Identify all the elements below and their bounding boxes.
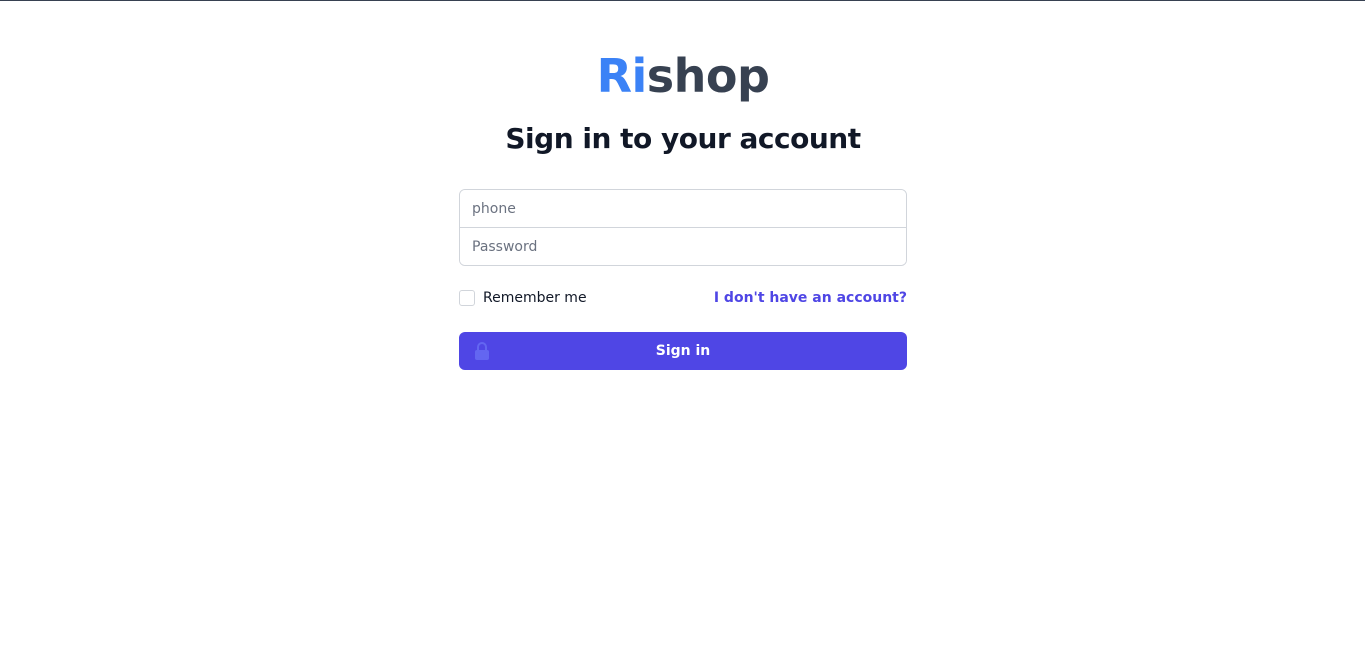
- remember-me-label: Remember me: [483, 290, 587, 306]
- remember-me-checkbox[interactable]: [459, 290, 475, 306]
- logo-part-ri: Ri: [596, 49, 648, 103]
- lock-icon: [475, 342, 489, 360]
- no-account-link[interactable]: I don't have an account?: [714, 290, 907, 306]
- logo-part-shop: shop: [646, 49, 770, 103]
- sign-in-label: Sign in: [655, 343, 711, 359]
- password-input[interactable]: [460, 228, 906, 265]
- page-title: Sign in to your account: [505, 122, 861, 155]
- top-border: [0, 0, 1365, 1]
- remember-me[interactable]: Remember me: [459, 290, 587, 306]
- credentials-group: [459, 189, 907, 266]
- sign-in-button[interactable]: Sign in: [459, 332, 907, 370]
- logo: Rishop: [459, 48, 907, 104]
- options-row: Remember me I don't have an account?: [459, 287, 907, 309]
- phone-input[interactable]: [460, 190, 906, 227]
